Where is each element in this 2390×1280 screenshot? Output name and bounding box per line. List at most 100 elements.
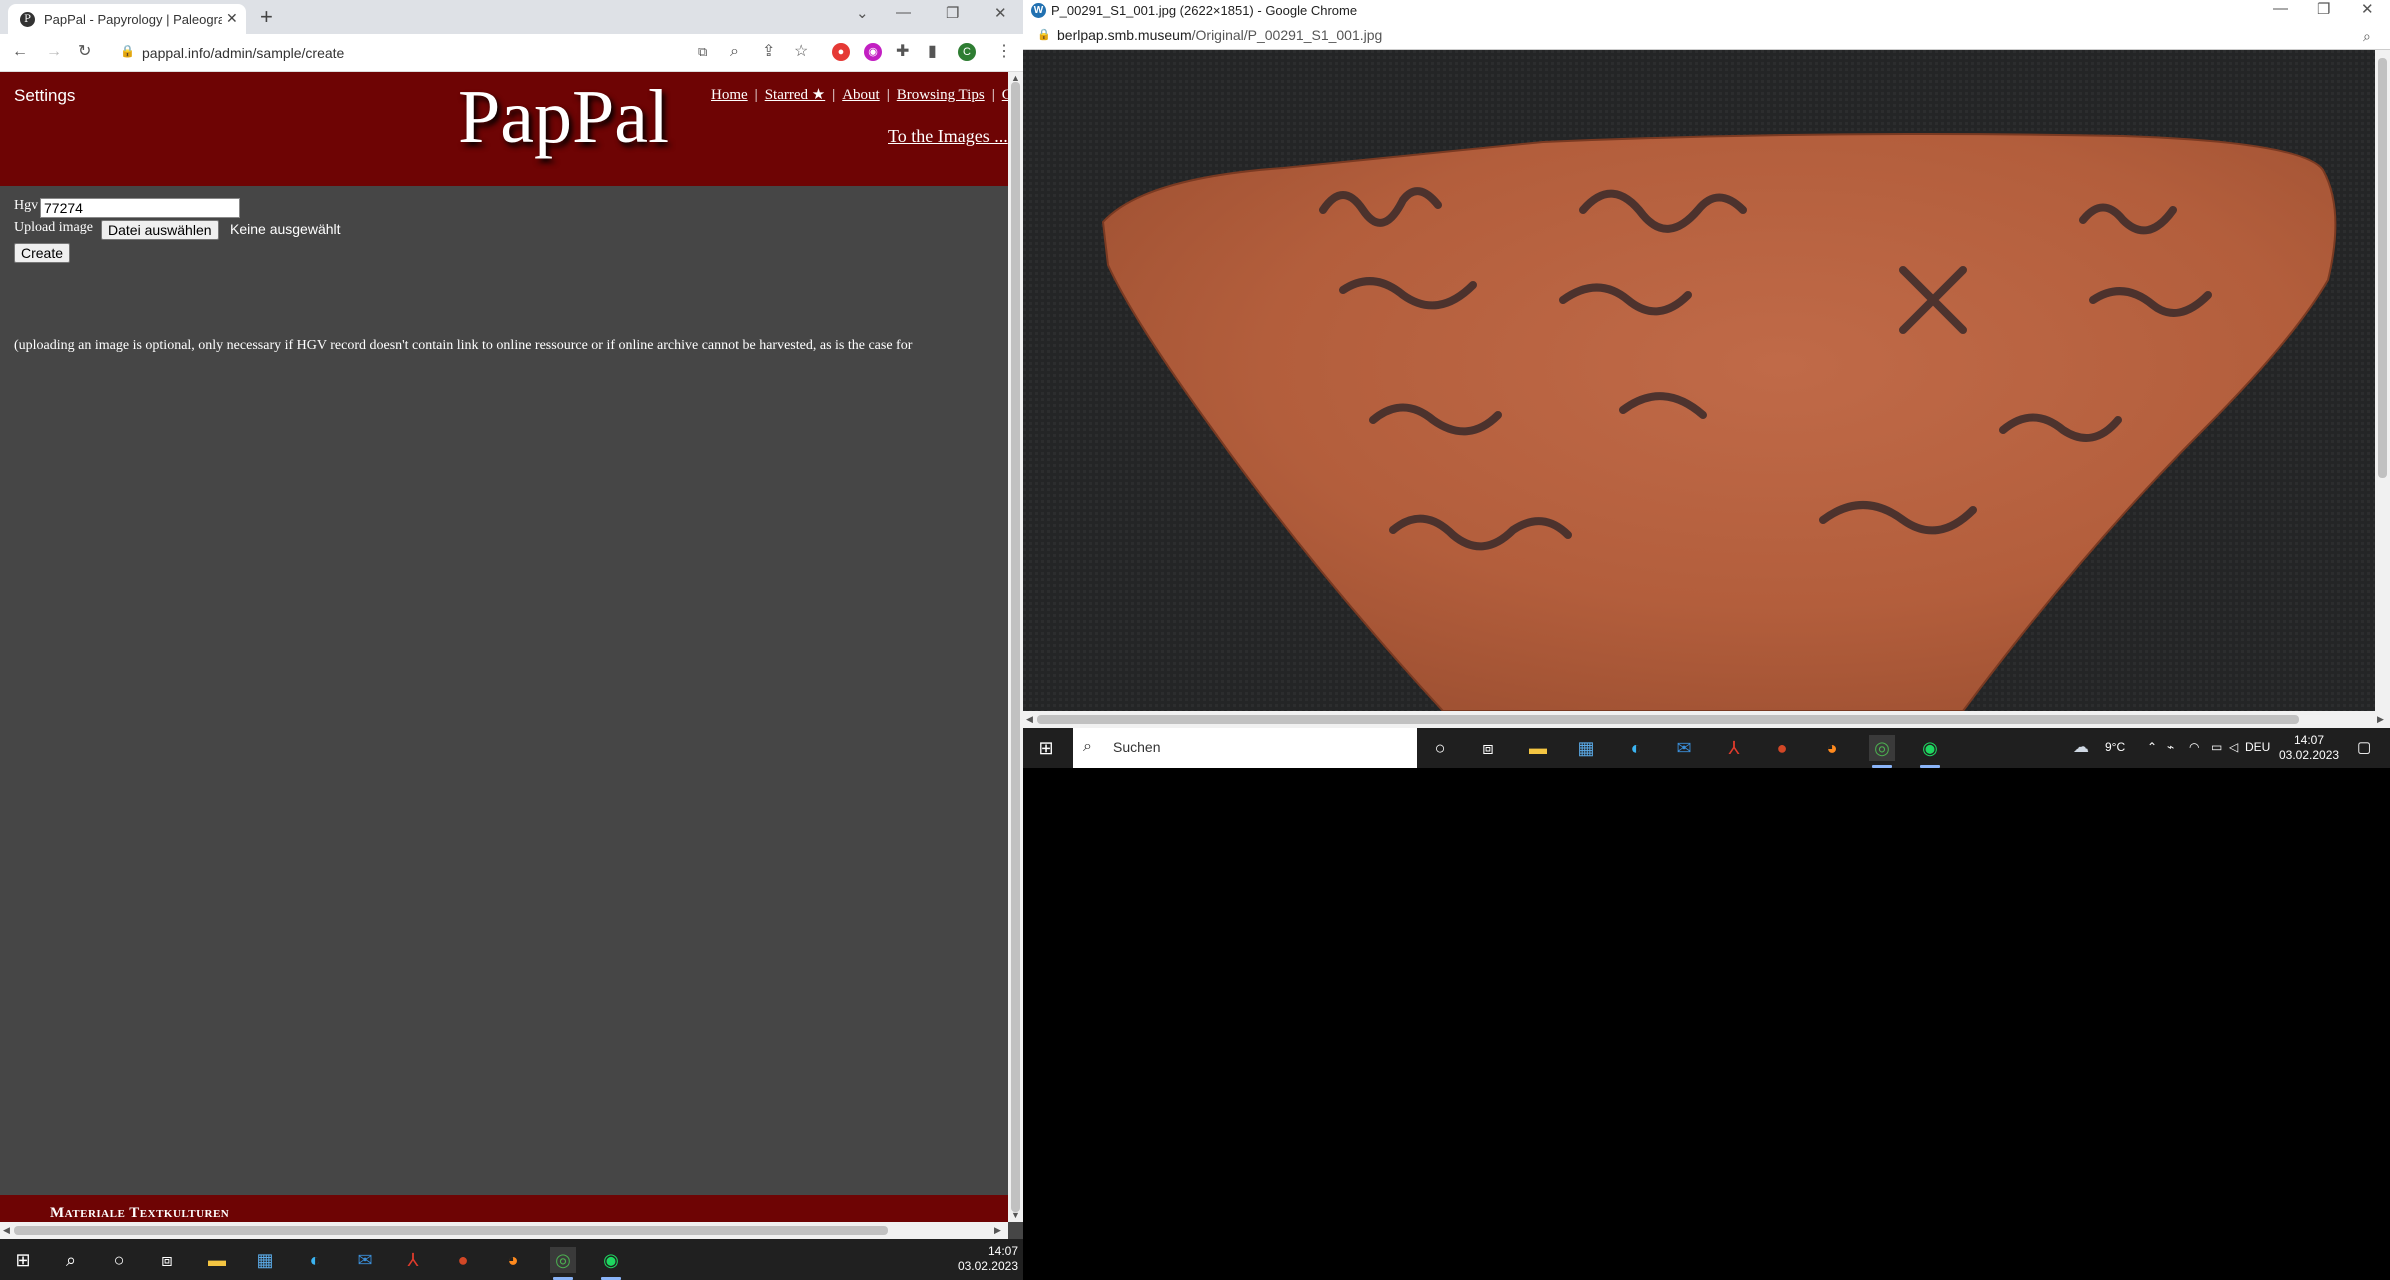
reload-icon[interactable]: ↻ [78,43,91,61]
nav-about[interactable]: About [842,87,880,103]
language-indicator[interactable]: DEU [2245,740,2270,754]
store-icon[interactable]: ▦ [252,1247,278,1273]
scroll-down-icon[interactable]: ▼ [1011,1210,1020,1220]
search-icon: ⌕ [1083,738,1092,755]
tab-title: PapPal - Papyrology | Paleography [44,12,222,27]
chrome-icon[interactable]: ◎ [550,1247,576,1280]
close-tab-icon[interactable]: ✕ [226,10,238,27]
image-horizontal-scrollbar[interactable]: ◀ ▶ [1023,711,2390,728]
left-time: 14:07 [987,1244,1018,1258]
forward-icon[interactable]: → [46,43,62,61]
image-viewer[interactable] [1023,50,2375,711]
taskbar-search-box[interactable]: ⌕ Suchen [1073,728,1417,768]
network-icon[interactable]: ⌁ [2167,740,2174,754]
restore-icon[interactable]: ❐ [946,4,959,22]
minimize-icon[interactable]: — [2273,0,2288,17]
site-logo[interactable]: PapPal [458,74,669,161]
acrobat-icon[interactable]: ⅄ [1721,735,1747,761]
powerpoint-icon[interactable]: ● [1769,735,1795,761]
right-clock[interactable]: 14:07 03.02.2023 [2279,733,2339,763]
search-icon[interactable]: ⌕ [58,1247,84,1273]
side-panel-icon[interactable]: ▮ [928,43,937,61]
zoom-icon[interactable]: ⌕ [730,43,739,61]
extensions-puzzle-icon[interactable]: ✚ [896,43,909,61]
mail-icon[interactable]: ✉ [1671,735,1697,761]
extension-purple-icon[interactable]: ◉ [864,43,882,61]
address-bar[interactable]: 🔒 pappal.info/admin/sample/create [112,39,692,67]
powerpoint-icon[interactable]: ● [450,1247,476,1273]
right-address-bar[interactable]: 🔒 berlpap.smb.museum/Original/P_00291_S1… [1023,22,2390,50]
spotify-icon[interactable]: ◉ [1917,735,1943,768]
battery-icon[interactable]: ▭ [2211,740,2222,754]
lock-icon[interactable]: 🔒 [1037,28,1051,41]
create-button[interactable]: Create [14,243,71,263]
zoom-icon[interactable]: ⌕ [2363,27,2371,45]
cortana-icon[interactable]: ○ [1427,735,1453,761]
file-explorer-icon[interactable]: ▬ [204,1247,230,1273]
page-vertical-scrollbar[interactable]: ▲ ▼ [1008,72,1023,1222]
hgv-input[interactable] [40,198,240,218]
spotify-icon[interactable]: ◉ [598,1247,624,1280]
acrobat-icon[interactable]: ⅄ [400,1247,426,1273]
new-tab-button[interactable]: + [260,4,273,30]
scroll-right-icon[interactable]: ▶ [994,1225,1001,1236]
right-window-titlebar: W P_00291_S1_001.jpg (2622×1851) - Googl… [1023,0,2390,22]
left-clock[interactable]: 14:07 03.02.2023 [950,1244,1018,1274]
weather-cloud-icon[interactable]: ☁ [2073,737,2089,757]
scroll-right-icon[interactable]: ▶ [2377,714,2384,725]
empty-desktop-area [1023,768,2390,1280]
edge-icon[interactable]: ◐ [302,1247,328,1273]
task-view-icon[interactable]: ⧈ [1475,735,1501,761]
ostracon-image [1023,50,2375,711]
file-explorer-icon[interactable]: ▬ [1525,735,1551,761]
tab-search-icon[interactable]: ⌄ [856,4,869,22]
right-date: 03.02.2023 [2279,748,2340,762]
nav-home[interactable]: Home [711,87,748,103]
tray-chevron-icon[interactable]: ⌃ [2147,740,2157,754]
to-images-link[interactable]: To the Images ... [888,126,1008,147]
volume-icon[interactable]: ◁ [2229,740,2238,754]
right-address-url[interactable]: berlpap.smb.museum/Original/P_00291_S1_0… [1057,27,1382,43]
address-url[interactable]: pappal.info/admin/sample/create [142,45,344,61]
translate-icon[interactable]: ⧉ [698,43,707,61]
menu-kebab-icon[interactable]: ⋮ [996,43,1012,61]
notifications-icon[interactable]: ▢ [2357,738,2371,756]
tab-pappal[interactable]: P PapPal - Papyrology | Paleography ✕ [8,4,246,34]
right-browser-window: W P_00291_S1_001.jpg (2622×1851) - Googl… [1023,0,2390,728]
close-window-icon[interactable]: ✕ [2361,0,2374,18]
profile-avatar-icon[interactable]: C [958,43,976,61]
bookmark-star-icon[interactable]: ☆ [794,43,808,61]
minimize-icon[interactable]: — [896,4,911,21]
share-icon[interactable]: ⇪ [762,43,775,61]
settings-link[interactable]: Settings [14,86,75,106]
wordpress-favicon-icon: W [1031,3,1046,18]
firefox-icon[interactable]: ◕ [1819,735,1845,761]
choose-file-button[interactable]: Datei auswählen [101,220,219,240]
site-header: Settings PapPal Home | Starred ★ | About | Bro… [0,72,1008,186]
store-icon[interactable]: ▦ [1573,735,1599,761]
wifi-icon[interactable]: ◠ [2189,740,2199,754]
left-taskbar: ⊞ ⌕ ○ ⧈ ▬ ▦ ◐ ✉ ⅄ ● ◕ ◎ ◉ 14:07 03.02.20… [0,1239,1023,1280]
right-window-title: P_00291_S1_001.jpg (2622×1851) - Google … [1051,3,1358,18]
image-vertical-scrollbar[interactable] [2375,50,2390,711]
firefox-icon[interactable]: ◕ [500,1247,526,1273]
nav-starred[interactable]: Starred ★ [765,87,826,103]
edge-icon[interactable]: ◐ [1623,735,1649,761]
back-icon[interactable]: ← [12,43,28,61]
page-horizontal-scrollbar[interactable]: ◀ ▶ [0,1222,1008,1239]
task-view-icon[interactable]: ⧈ [154,1247,180,1273]
windows-start-icon[interactable]: ⊞ [1033,735,1059,761]
scroll-left-icon[interactable]: ◀ [3,1225,10,1236]
nav-browsing-tips[interactable]: Browsing Tips [897,87,985,103]
close-window-icon[interactable]: ✕ [994,4,1007,22]
cortana-icon[interactable]: ○ [106,1247,132,1273]
mail-icon[interactable]: ✉ [352,1247,378,1273]
chrome-icon[interactable]: ◎ [1869,735,1895,768]
extension-red-icon[interactable]: ● [832,43,850,61]
restore-icon[interactable]: ❐ [2317,0,2330,18]
windows-start-icon[interactable]: ⊞ [10,1247,36,1273]
right-taskbar: ⊞ ⌕ Suchen ○ ⧈ ▬ ▦ ◐ ✉ ⅄ ● ◕ ◎ ◉ ☁ 9°C ⌃… [1023,728,2390,768]
lock-icon[interactable]: 🔒 [120,44,135,58]
scroll-left-icon[interactable]: ◀ [1026,714,1033,725]
weather-temp[interactable]: 9°C [2105,740,2125,754]
